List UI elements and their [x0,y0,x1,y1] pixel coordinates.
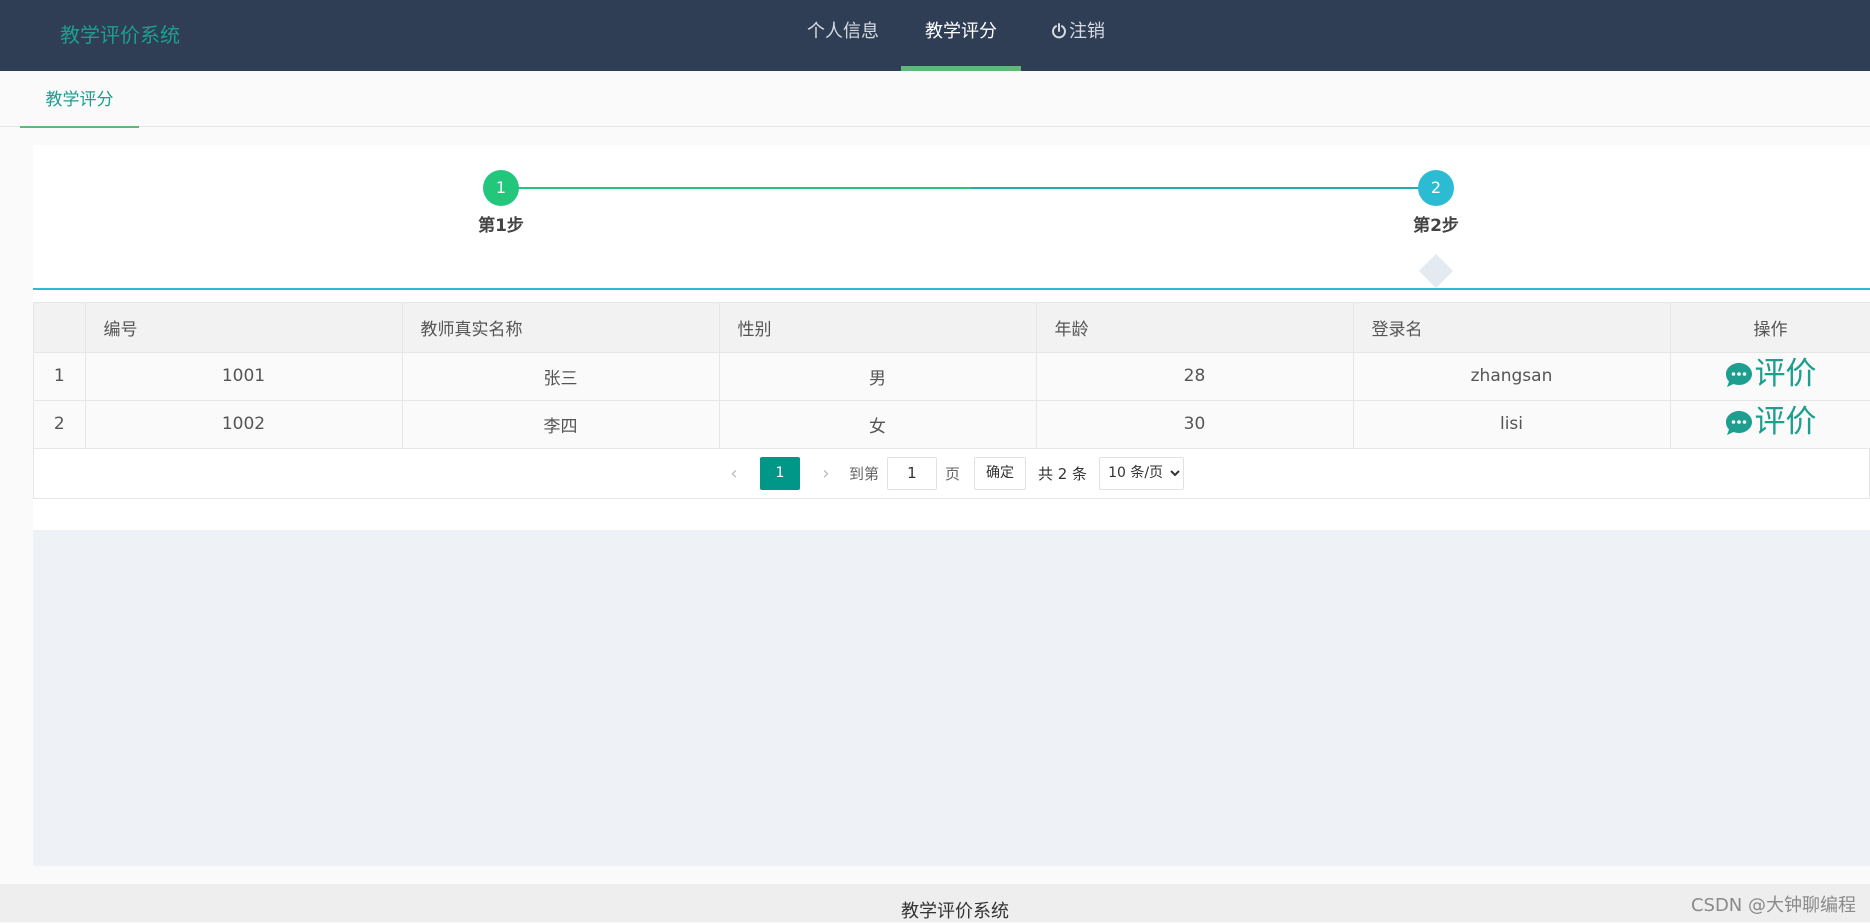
watermark-text: CSDN @大钟聊编程 [1690,895,1856,916]
table-row[interactable]: 2 1002 李四 女 30 lisi 评价 [34,400,1870,449]
tab-label: 教学评分 [45,90,114,110]
prev-page-icon[interactable]: ‹ [719,463,749,484]
cell-age: 30 [1036,400,1354,449]
next-page-icon[interactable]: › [811,463,841,484]
step-2-label: 第2步 [1413,216,1459,236]
current-step-pointer [1419,254,1453,288]
tab-active-underline [20,126,139,128]
goto-page-input[interactable] [886,456,937,490]
total-count: 共 2 条 [1037,464,1088,483]
cell-login-name: lisi [1353,400,1671,449]
row-index: 2 [34,400,86,449]
cell-id: 1002 [85,400,403,449]
page-size-select[interactable]: 10 条/页 [1099,456,1185,490]
chat-bubble-icon [1725,410,1753,436]
table-row[interactable]: 1 1001 张三 男 28 zhangsan 评价 [34,352,1870,401]
power-icon [1051,0,1067,64]
nav-item-label: 教学评分 [925,21,997,42]
content-card: 1 第1步 2 第2步 编号 教师真实名称 性别 年龄 登录名 操作 1 100… [33,145,1870,530]
cell-teacher-name: 李四 [402,400,720,449]
footer-text: 教学评价系统 [901,901,1009,922]
row-index: 1 [34,352,86,401]
evaluate-button[interactable]: 评价 [1725,359,1817,390]
cell-actions: 评价 [1670,352,1870,401]
column-header-actions: 操作 [1670,303,1870,353]
step-1-label: 第1步 [478,216,524,236]
column-header-teacher-name[interactable]: 教师真实名称 [402,303,720,353]
cell-gender: 女 [719,400,1037,449]
page-unit-label: 页 [944,464,960,483]
nav-item-personal-info[interactable]: 个人信息 [790,0,896,71]
content-background [33,530,1870,866]
step-connector-1 [501,187,971,189]
nav-item-teaching-score[interactable]: 教学评分 [901,0,1021,71]
step-2-circle: 2 [1418,170,1454,206]
column-header-gender[interactable]: 性别 [719,303,1037,353]
teacher-table: 编号 教师真实名称 性别 年龄 登录名 操作 1 1001 张三 男 28 zh… [33,302,1870,499]
column-header-login-name[interactable]: 登录名 [1353,303,1671,353]
step-divider-line [33,288,1870,290]
cell-teacher-name: 张三 [402,352,720,401]
nav-item-label: 注销 [1069,21,1105,42]
current-page-button[interactable]: 1 [759,456,800,490]
cell-login-name: zhangsan [1353,352,1671,401]
top-nav: 个人信息 教学评分 注销 [0,0,1870,71]
tab-strip: 教学评分 [0,71,1870,128]
confirm-button[interactable]: 确定 [973,456,1026,490]
goto-label: 到第 [848,464,879,483]
column-header-index [34,303,86,353]
evaluate-label: 评价 [1754,356,1817,393]
chat-bubble-icon [1725,362,1753,388]
table-header-row: 编号 教师真实名称 性别 年龄 登录名 操作 [34,303,1870,353]
top-header: 教学评价系统 个人信息 教学评分 注销 [0,0,1870,71]
cell-age: 28 [1036,352,1354,401]
evaluate-label: 评价 [1754,404,1817,441]
cell-id: 1001 [85,352,403,401]
footer: 教学评价系统 CSDN @大钟聊编程 [0,884,1870,922]
step-1-circle: 1 [483,170,519,206]
evaluate-button[interactable]: 评价 [1725,407,1817,438]
nav-item-label: 个人信息 [807,21,879,42]
column-header-id[interactable]: 编号 [85,303,403,353]
pagination: ‹ 1 › 到第 页 确定 共 2 条 10 条/页 [34,448,1869,498]
tab-teaching-score[interactable]: 教学评分 [20,71,139,128]
nav-item-logout[interactable]: 注销 [1038,0,1118,71]
cell-actions: 评价 [1670,400,1870,449]
step-connector-2 [971,187,1451,189]
column-header-age[interactable]: 年龄 [1036,303,1354,353]
cell-gender: 男 [719,352,1037,401]
step-progress: 1 第1步 2 第2步 [33,145,1870,290]
